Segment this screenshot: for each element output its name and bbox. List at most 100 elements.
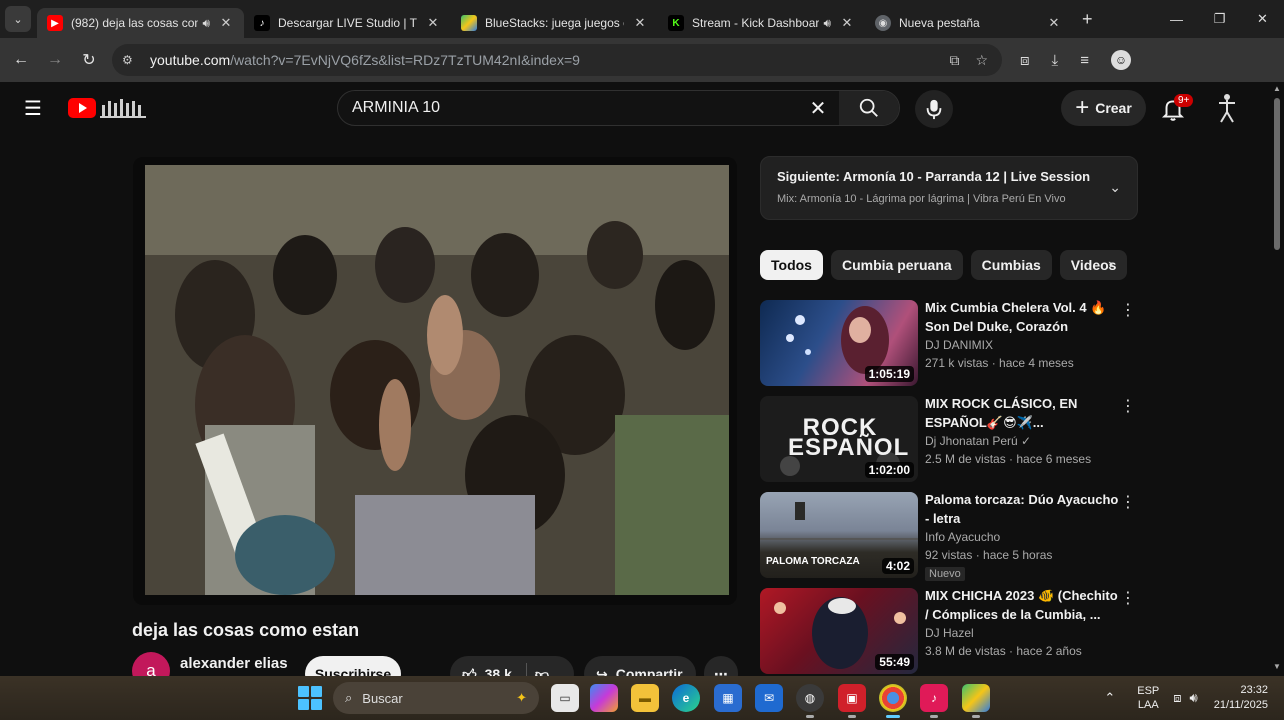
clear-search-icon[interactable]: ✕ <box>798 96 838 121</box>
clock-time: 23:32 <box>1240 684 1268 696</box>
recommendation-title[interactable]: MIX CHICHA 2023 🐠 (Chechito / Cómplices … <box>925 586 1120 624</box>
chip-cumbias[interactable]: Cumbias <box>970 250 1052 280</box>
video-thumbnail[interactable]: 1:05:19 <box>760 300 918 386</box>
download-icon[interactable]: ⤓ <box>1052 52 1059 69</box>
back-icon[interactable]: ← <box>4 51 38 69</box>
video-player[interactable] <box>133 157 737 605</box>
media-controls-icon[interactable]: ≡ <box>1080 52 1089 69</box>
tab-new-tab[interactable]: ◉ Nueva pestaña ✕ <box>865 8 1072 38</box>
address-bar[interactable]: ⚙ youtube.com /watch?v=7EvNjVQ6fZs&list=… <box>112 44 1002 76</box>
tab-title: Descargar LIVE Studio | TikTo <box>278 16 417 30</box>
close-tab-icon[interactable]: ✕ <box>1046 15 1062 31</box>
bookmark-star-icon[interactable]: ☆ <box>975 52 988 69</box>
recommendation-channel[interactable]: DJ DANIMIX <box>925 338 1120 352</box>
list-item[interactable]: 1:05:19 Mix Cumbia Chelera Vol. 4 🔥 Son … <box>760 298 1142 394</box>
site-info-icon[interactable]: ⚙ <box>122 53 142 67</box>
speaker-icon[interactable]: 🔊︎ <box>202 16 210 31</box>
chip-todos[interactable]: Todos <box>760 250 823 280</box>
more-vertical-icon[interactable]: ⋮ <box>1120 492 1136 512</box>
search-input[interactable] <box>338 99 798 117</box>
youtube-doodle-icon <box>100 97 148 119</box>
lang-top: ESP <box>1137 685 1160 697</box>
video-frame[interactable] <box>145 165 729 595</box>
minimize-icon[interactable]: — <box>1155 12 1198 27</box>
video-thumbnail[interactable]: ROCK ESPAÑOL 1:02:00 <box>760 396 918 482</box>
up-next-panel[interactable]: Siguiente: Armonía 10 - Parranda 12 | Li… <box>760 156 1138 220</box>
more-vertical-icon[interactable]: ⋮ <box>1120 300 1136 320</box>
video-duration: 1:02:00 <box>864 462 914 478</box>
chrome-taskbar-icon[interactable] <box>879 684 907 712</box>
tiktok-live-icon[interactable]: ♪ <box>920 684 948 712</box>
chevron-right-icon[interactable]: › <box>1108 256 1113 274</box>
recommendation-title[interactable]: Mix Cumbia Chelera Vol. 4 🔥 Son Del Duke… <box>925 298 1120 336</box>
more-vertical-icon[interactable]: ⋮ <box>1120 396 1136 416</box>
close-tab-icon[interactable]: ✕ <box>218 15 234 31</box>
video-thumbnail[interactable]: PALOMA TORCAZA 4:02 <box>760 492 918 578</box>
close-tab-icon[interactable]: ✕ <box>839 15 855 31</box>
video-frame-image <box>145 165 729 595</box>
list-item[interactable]: PALOMA TORCAZA 4:02 Paloma torcaza: Dúo … <box>760 490 1142 586</box>
create-label: Crear <box>1095 100 1132 116</box>
running-indicator <box>972 715 980 718</box>
kick-icon: K <box>668 15 684 31</box>
obs-icon[interactable]: ◍ <box>796 684 824 712</box>
chevron-up-icon[interactable]: ⌃ <box>1104 690 1115 706</box>
video-thumbnail[interactable]: 55:49 <box>760 588 918 674</box>
recommendation-channel[interactable]: DJ Hazel <box>925 626 1120 640</box>
chevron-down-icon[interactable]: ⌄ <box>1109 179 1121 196</box>
install-app-icon[interactable]: ⧉ <box>949 52 959 69</box>
tab-kick[interactable]: K Stream - Kick Dashboard 🔊︎ ✕ <box>658 8 865 38</box>
hamburger-menu-icon[interactable]: ☰ <box>24 96 46 121</box>
chip-videos[interactable]: Videos <box>1059 250 1128 280</box>
scroll-up-icon[interactable]: ▲ <box>1273 84 1281 93</box>
extensions-icon[interactable]: ⧈ <box>1020 52 1030 69</box>
create-button[interactable]: + Crear <box>1061 90 1146 126</box>
scroll-down-icon[interactable]: ▼ <box>1273 662 1281 671</box>
list-item[interactable]: ROCK ESPAÑOL 1:02:00 MIX ROCK CLÁSICO, E… <box>760 394 1142 490</box>
taskbar-search[interactable]: ⌕ Buscar ✦ <box>333 682 539 714</box>
reload-icon[interactable]: ↻ <box>72 50 106 70</box>
scroll-thumb[interactable] <box>1274 98 1280 250</box>
outlook-icon[interactable]: ✉ <box>755 684 783 712</box>
volume-icon[interactable]: 🔊︎ <box>1190 690 1198 706</box>
windows-start-icon[interactable] <box>298 686 322 710</box>
maximize-icon[interactable]: ❐ <box>1198 11 1241 27</box>
clock[interactable]: 23:32 21/11/2025 <box>1214 683 1268 713</box>
recommendation-channel[interactable]: Info Ayacucho <box>925 530 1120 544</box>
channel-name[interactable]: alexander elias <box>180 655 288 672</box>
microsoft-store-icon[interactable]: ▦ <box>714 684 742 712</box>
account-avatar[interactable] <box>1212 92 1242 126</box>
youtube-icon: ▶ <box>47 15 63 31</box>
forward-icon[interactable]: → <box>38 51 72 69</box>
tab-youtube[interactable]: ▶ (982) deja las cosas com 🔊︎ ✕ <box>37 8 244 38</box>
browser-toolbar: ← → ↻ ⚙ youtube.com /watch?v=7EvNjVQ6fZs… <box>0 38 1284 82</box>
close-tab-icon[interactable]: ✕ <box>632 15 648 31</box>
record-app-icon[interactable]: ▣ <box>838 684 866 712</box>
list-item[interactable]: 55:49 MIX CHICHA 2023 🐠 (Chechito / Cómp… <box>760 586 1142 682</box>
close-tab-icon[interactable]: ✕ <box>425 15 441 31</box>
speaker-icon[interactable]: 🔊︎ <box>823 16 831 31</box>
youtube-logo[interactable] <box>68 97 148 119</box>
copilot-icon[interactable] <box>590 684 618 712</box>
tab-tiktok[interactable]: ♪ Descargar LIVE Studio | TikTo ✕ <box>244 8 451 38</box>
tab-bluestacks[interactable]: BlueStacks: juega juegos en ✕ <box>451 8 658 38</box>
recommendation-meta: 3.8 M de vistas · hace 2 años <box>925 644 1082 658</box>
search-button[interactable] <box>839 91 899 125</box>
voice-search-button[interactable] <box>915 90 953 128</box>
recommendation-title[interactable]: MIX ROCK CLÁSICO, EN ESPAÑOL🎸😎✈️... <box>925 394 1120 432</box>
new-tab-button[interactable]: + <box>1082 9 1093 30</box>
page-scrollbar[interactable]: ▲ ▼ <box>1270 82 1284 676</box>
input-language[interactable]: ESP LAA <box>1137 684 1159 712</box>
edge-icon[interactable]: e <box>672 684 700 712</box>
bluestacks-taskbar-icon[interactable] <box>962 684 990 712</box>
file-explorer-icon[interactable]: ▬ <box>631 684 659 712</box>
tab-search-button[interactable]: ⌄ <box>5 6 31 32</box>
chip-cumbia-peruana[interactable]: Cumbia peruana <box>830 250 963 280</box>
profile-avatar-icon[interactable]: ☺ <box>1110 50 1131 70</box>
close-window-icon[interactable]: ✕ <box>1241 11 1284 27</box>
network-icon[interactable]: ⧈ <box>1173 690 1181 706</box>
recommendation-title[interactable]: Paloma torcaza: Dúo Ayacucho - letra <box>925 490 1120 528</box>
recommendation-channel[interactable]: Dj Jhonatan Perú ✓ <box>925 434 1120 448</box>
task-view-icon[interactable]: ▭ <box>551 684 579 712</box>
more-vertical-icon[interactable]: ⋮ <box>1120 588 1136 608</box>
